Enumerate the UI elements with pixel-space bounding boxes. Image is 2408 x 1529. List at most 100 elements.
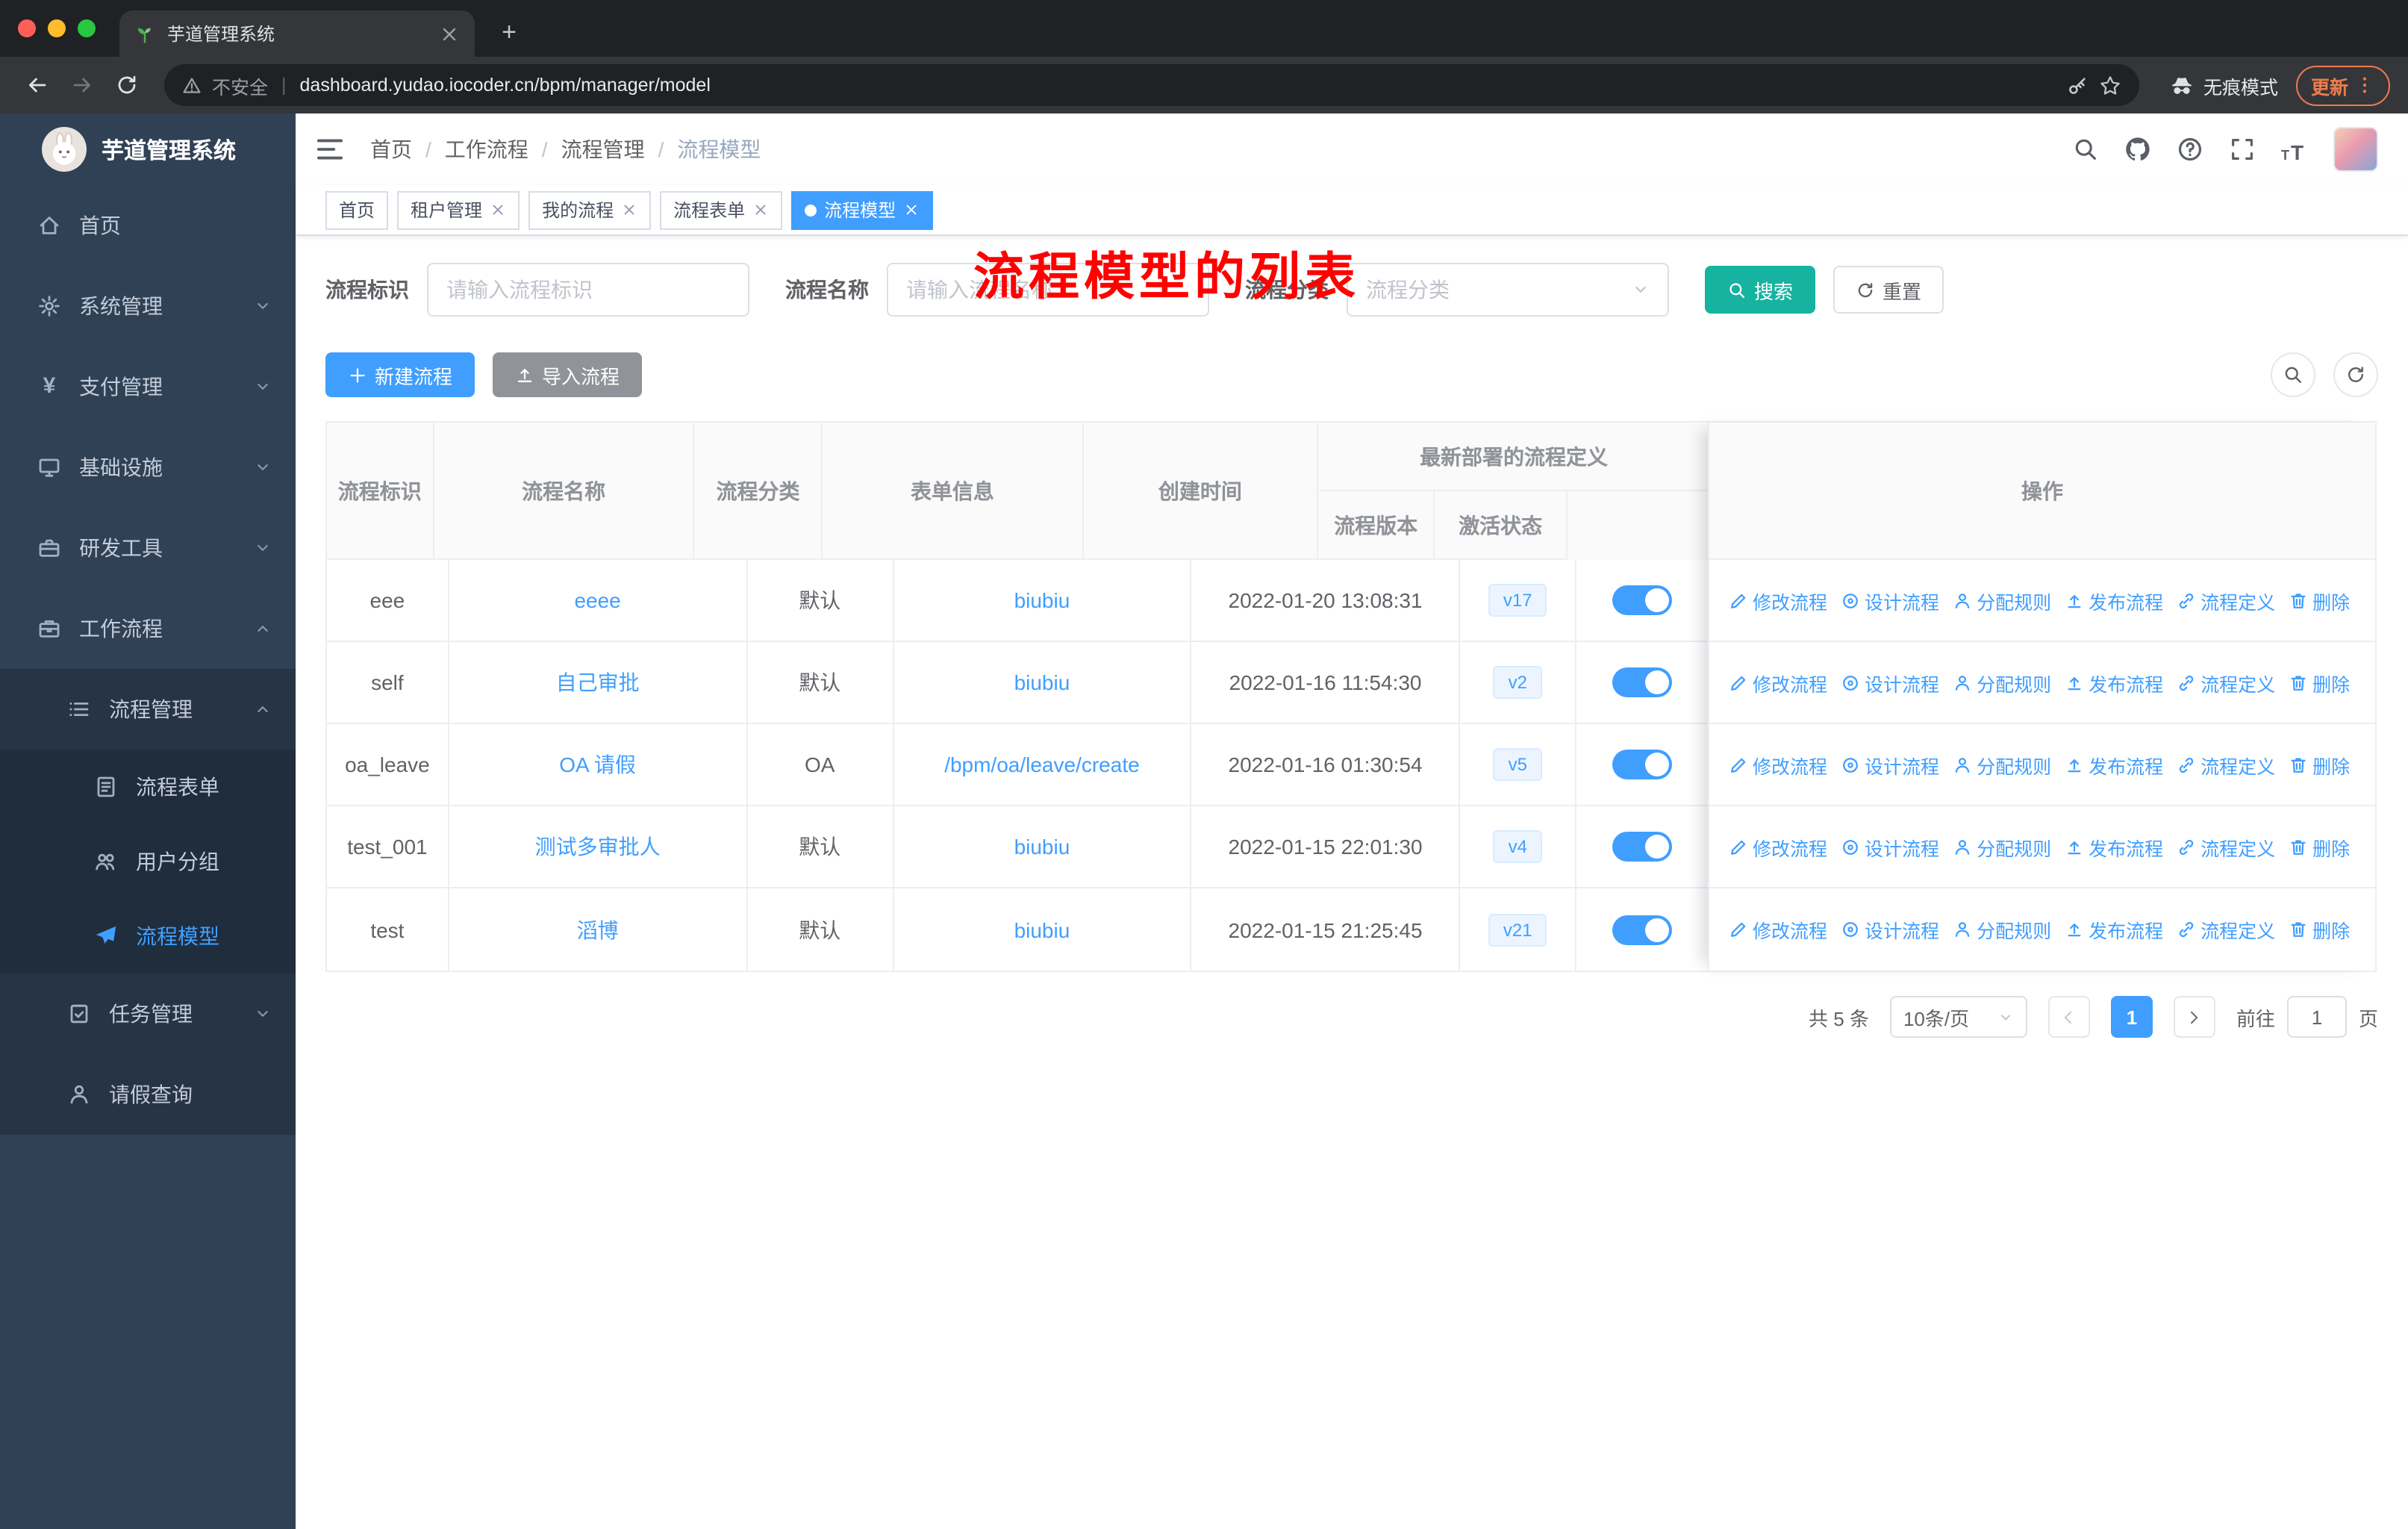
sidebar-item-process-mgmt[interactable]: 流程管理	[0, 669, 296, 750]
action-process-definition[interactable]: 流程定义	[2177, 586, 2275, 614]
search-icon[interactable]	[2072, 136, 2099, 163]
sidebar-item-infrastructure[interactable]: 基础设施	[0, 427, 296, 508]
action-assign-rules[interactable]: 分配规则	[1953, 586, 2051, 614]
action-modify-process[interactable]: 修改流程	[1729, 915, 1827, 944]
process-category-select[interactable]: 流程分类	[1347, 263, 1669, 317]
process-name-link[interactable]: 测试多审批人	[535, 832, 661, 862]
sidebar-item-leave-query[interactable]: 请假查询	[0, 1054, 296, 1135]
fontsize-icon[interactable]: TT	[2281, 136, 2308, 163]
action-publish-process[interactable]: 发布流程	[2065, 668, 2163, 697]
action-assign-rules[interactable]: 分配规则	[1953, 750, 2051, 779]
action-delete[interactable]: 删除	[2289, 668, 2350, 697]
action-modify-process[interactable]: 修改流程	[1729, 750, 1827, 779]
action-design-process[interactable]: 设计流程	[1841, 750, 1939, 779]
active-toggle[interactable]	[1612, 750, 1673, 779]
breadcrumb-item[interactable]: 工作流程	[445, 134, 528, 164]
process-key-input[interactable]	[427, 263, 749, 317]
active-toggle[interactable]	[1612, 585, 1673, 615]
sidebar-item-system-mgmt[interactable]: 系统管理	[0, 266, 296, 346]
form-info-link[interactable]: /bpm/oa/leave/create	[944, 753, 1140, 776]
browser-tab[interactable]: 芋道管理系统	[119, 10, 475, 57]
goto-page-input[interactable]	[2286, 996, 2347, 1038]
sidebar-item-process-model[interactable]: 流程模型	[0, 899, 296, 974]
sidebar-item-user-group[interactable]: 用户分组	[0, 824, 296, 899]
action-design-process[interactable]: 设计流程	[1841, 832, 1939, 861]
page-size-select[interactable]: 10条/页	[1889, 996, 2027, 1038]
close-icon[interactable]	[752, 202, 769, 218]
page-number-button[interactable]: 1	[2110, 996, 2153, 1038]
close-icon[interactable]	[903, 202, 920, 218]
tag-process-model[interactable]: 流程模型	[791, 190, 934, 229]
action-assign-rules[interactable]: 分配规则	[1953, 668, 2051, 697]
cell-process-name[interactable]: 滔博	[449, 888, 748, 971]
action-design-process[interactable]: 设计流程	[1841, 915, 1939, 944]
cell-form-info[interactable]: /bpm/oa/leave/create	[893, 724, 1192, 806]
action-publish-process[interactable]: 发布流程	[2065, 915, 2163, 944]
action-publish-process[interactable]: 发布流程	[2065, 750, 2163, 779]
tab-close-icon[interactable]	[439, 23, 460, 44]
action-process-definition[interactable]: 流程定义	[2177, 668, 2275, 697]
process-name-link[interactable]: 自己审批	[556, 667, 640, 697]
fullscreen-icon[interactable]	[2229, 136, 2256, 163]
action-modify-process[interactable]: 修改流程	[1729, 668, 1827, 697]
process-name-link[interactable]: OA 请假	[559, 750, 636, 779]
active-toggle[interactable]	[1612, 915, 1673, 944]
app-logo[interactable]: 芋道管理系统	[0, 113, 296, 185]
form-info-link[interactable]: biubiu	[1014, 588, 1070, 612]
action-delete[interactable]: 删除	[2289, 832, 2350, 861]
active-toggle[interactable]	[1612, 667, 1673, 697]
action-assign-rules[interactable]: 分配规则	[1953, 832, 2051, 861]
action-design-process[interactable]: 设计流程	[1841, 586, 1939, 614]
reload-icon[interactable]	[107, 66, 146, 105]
action-modify-process[interactable]: 修改流程	[1729, 586, 1827, 614]
action-assign-rules[interactable]: 分配规则	[1953, 915, 2051, 944]
new-tab-button[interactable]: +	[490, 13, 528, 52]
action-delete[interactable]: 删除	[2289, 915, 2350, 944]
reset-button[interactable]: 重置	[1833, 266, 1944, 314]
action-process-definition[interactable]: 流程定义	[2177, 750, 2275, 779]
sidebar-item-dev-tools[interactable]: 研发工具	[0, 508, 296, 588]
close-icon[interactable]	[621, 202, 637, 218]
breadcrumb-item[interactable]: 首页	[370, 134, 412, 164]
cell-form-info[interactable]: biubiu	[893, 806, 1192, 888]
browser-update-button[interactable]: 更新	[2295, 65, 2390, 105]
github-icon[interactable]	[2124, 136, 2151, 163]
sidebar-item-workflow[interactable]: 工作流程	[0, 588, 296, 669]
tag-home[interactable]: 首页	[325, 190, 389, 229]
sidebar-item-process-form[interactable]: 流程表单	[0, 750, 296, 824]
process-name-link[interactable]: 滔博	[577, 915, 619, 944]
action-process-definition[interactable]: 流程定义	[2177, 915, 2275, 944]
action-process-definition[interactable]: 流程定义	[2177, 832, 2275, 861]
minimize-window-button[interactable]	[48, 19, 66, 37]
tag-process-form[interactable]: 流程表单	[660, 190, 783, 229]
active-toggle[interactable]	[1612, 832, 1673, 862]
password-key-icon[interactable]	[2066, 74, 2089, 96]
back-icon[interactable]	[18, 66, 57, 105]
create-process-button[interactable]: 新建流程	[325, 352, 475, 397]
action-delete[interactable]: 删除	[2289, 586, 2350, 614]
forward-icon[interactable]	[63, 66, 102, 105]
action-modify-process[interactable]: 修改流程	[1729, 832, 1827, 861]
prev-page-button[interactable]	[2047, 996, 2090, 1038]
next-page-button[interactable]	[2173, 996, 2215, 1038]
close-icon[interactable]	[490, 202, 506, 218]
tag-tenant-mgmt[interactable]: 租户管理	[397, 190, 520, 229]
sidebar-item-home[interactable]: 首页	[0, 185, 296, 266]
tag-my-process[interactable]: 我的流程	[528, 190, 652, 229]
refresh-table-button[interactable]	[2333, 352, 2378, 397]
action-publish-process[interactable]: 发布流程	[2065, 832, 2163, 861]
user-avatar[interactable]	[2333, 127, 2378, 172]
action-delete[interactable]: 删除	[2289, 750, 2350, 779]
search-button[interactable]: 搜索	[1705, 266, 1816, 314]
close-window-button[interactable]	[18, 19, 36, 37]
cell-form-info[interactable]: biubiu	[893, 560, 1192, 642]
maximize-window-button[interactable]	[78, 19, 96, 37]
cell-process-name[interactable]: OA 请假	[449, 724, 748, 806]
cell-process-name[interactable]: 自己审批	[449, 642, 748, 724]
show-search-button[interactable]	[2271, 352, 2315, 397]
cell-form-info[interactable]: biubiu	[893, 888, 1192, 971]
action-publish-process[interactable]: 发布流程	[2065, 586, 2163, 614]
sidebar-item-task-mgmt[interactable]: 任务管理	[0, 974, 296, 1054]
address-bar[interactable]: 不安全 | dashboard.yudao.iocoder.cn/bpm/man…	[164, 64, 2139, 106]
form-info-link[interactable]: biubiu	[1014, 670, 1070, 694]
